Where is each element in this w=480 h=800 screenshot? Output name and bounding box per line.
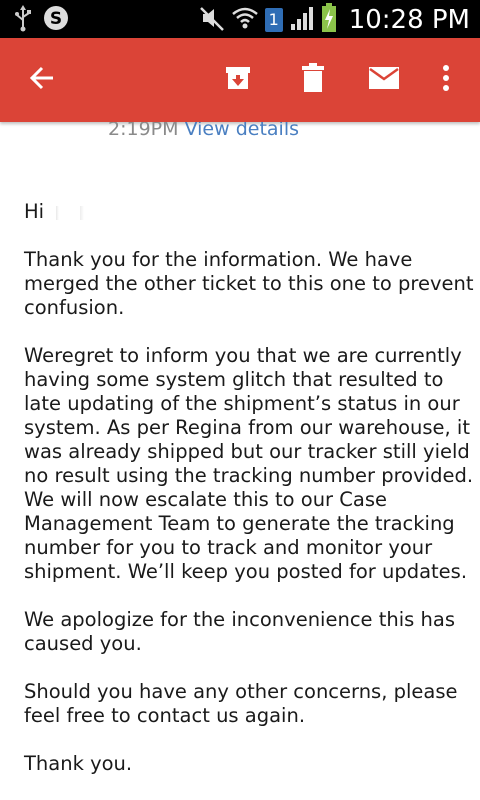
more-options-icon: [442, 64, 450, 96]
mark-unread-button[interactable]: [360, 38, 408, 122]
mute-icon: [199, 4, 225, 36]
view-details-link[interactable]: View details: [185, 122, 299, 140]
archive-button[interactable]: [214, 38, 262, 122]
back-button[interactable]: [18, 38, 66, 122]
email-meta: 2:19PM View details: [108, 122, 299, 140]
greeting-line: Hi: [24, 200, 476, 224]
usb-icon: [14, 4, 32, 36]
email-time: 2:19PM: [108, 122, 179, 140]
redacted-name: [50, 205, 91, 220]
body-paragraph-3: We apologize for the inconvenience this …: [24, 608, 455, 655]
battery-charging-icon: [321, 3, 337, 37]
archive-icon: [223, 63, 253, 97]
delete-button[interactable]: [289, 38, 337, 122]
body-paragraph-2: Weregret to inform you that we are curre…: [24, 344, 474, 583]
body-paragraph-5: Thank you.: [24, 752, 133, 775]
sim-slot-badge: 1: [264, 8, 283, 32]
body-paragraph-1: Thank you for the information. We have m…: [24, 248, 474, 319]
greeting: Hi: [24, 200, 45, 223]
wifi-icon: [231, 4, 259, 36]
body-paragraph-4: Should you have any other concerns, plea…: [24, 680, 458, 727]
email-content: 2:19PM View details Hi Thank you for the…: [0, 122, 480, 800]
mark-unread-icon: [368, 66, 400, 94]
more-options-button[interactable]: [428, 38, 464, 122]
skype-icon: S: [42, 4, 70, 36]
app-bar: [0, 38, 480, 122]
email-body: Hi Thank you for the information. We hav…: [24, 200, 476, 800]
back-arrow-icon: [27, 63, 57, 97]
delete-icon: [300, 62, 326, 98]
svg-text:S: S: [50, 9, 62, 29]
status-bar: S 1 10:28 PM: [0, 0, 480, 38]
signal-icon: [289, 4, 315, 36]
clock: 10:28 PM: [348, 5, 470, 35]
